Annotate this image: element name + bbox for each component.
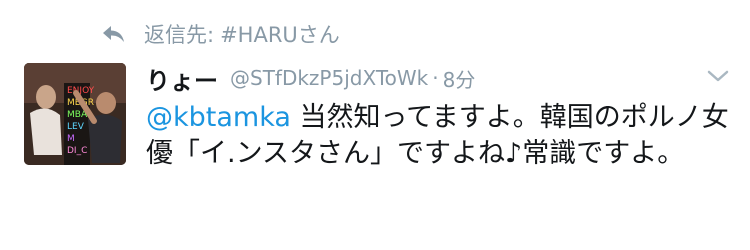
reply-prefix: 返信先: — [144, 23, 215, 47]
avatar[interactable]: ENJOY MBGR MBA LEV M DI_C — [24, 63, 126, 165]
separator: · — [432, 66, 439, 90]
reply-context: 返信先: #HARUさん — [100, 14, 340, 54]
mention-link[interactable]: @kbtamka — [146, 102, 291, 133]
reply-arrow-icon — [100, 23, 126, 45]
tweet-header: りょー @STfDkzP5jdXToWk · 8分 — [146, 60, 475, 96]
reply-target-link[interactable]: #HARUさん — [220, 19, 340, 49]
avatar-neon-line-1: ENJOY — [67, 86, 95, 96]
avatar-neon-line-4: LEV — [67, 122, 85, 132]
chevron-down-icon[interactable] — [706, 68, 730, 84]
tweet-text: @kbtamka 当然知ってますよ。韓国のポルノ女優「イ.ンスタさん」ですよね♪… — [146, 100, 732, 172]
user-handle[interactable]: @STfDkzP5jdXToWk — [230, 66, 428, 90]
avatar-neon-line-6: DI_C — [67, 146, 87, 156]
timestamp[interactable]: 8分 — [443, 64, 476, 93]
display-name[interactable]: りょー — [146, 61, 218, 96]
avatar-neon-line-5: M — [67, 134, 75, 144]
